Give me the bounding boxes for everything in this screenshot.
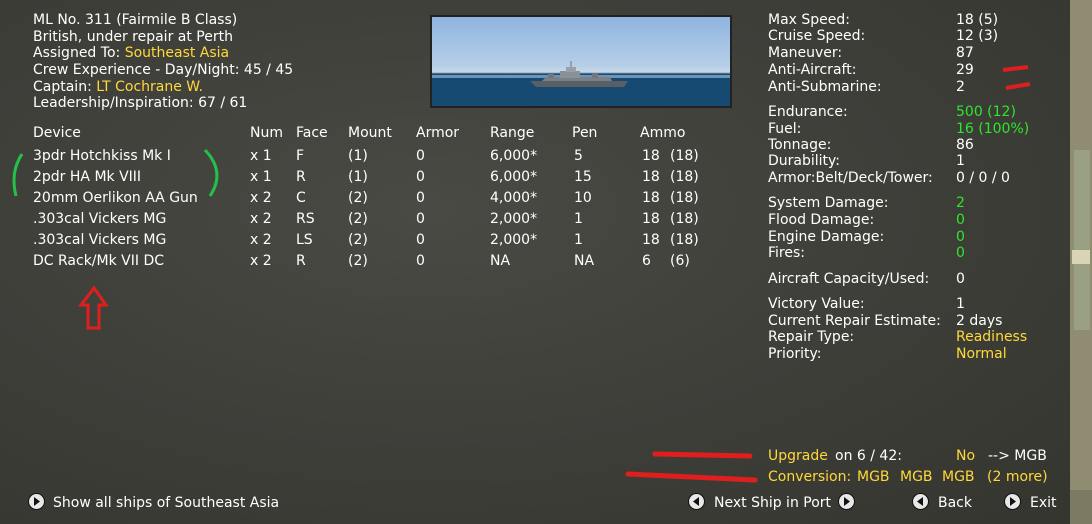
ship-detail-panel: ML No. 311 (Fairmile B Class) British, u… [0, 0, 1072, 524]
red-mark-asw-icon [1005, 82, 1031, 90]
red-underline-conversion-icon [625, 471, 758, 483]
red-up-arrow-icon [77, 285, 109, 330]
red-mark-aa-icon [1002, 65, 1029, 72]
map-edge [1070, 0, 1092, 524]
green-bracket-left-icon [12, 153, 24, 197]
green-bracket-right-icon [203, 148, 219, 197]
annotation-overlay [12, 65, 1031, 483]
red-underline-upgrade-icon [652, 451, 753, 459]
